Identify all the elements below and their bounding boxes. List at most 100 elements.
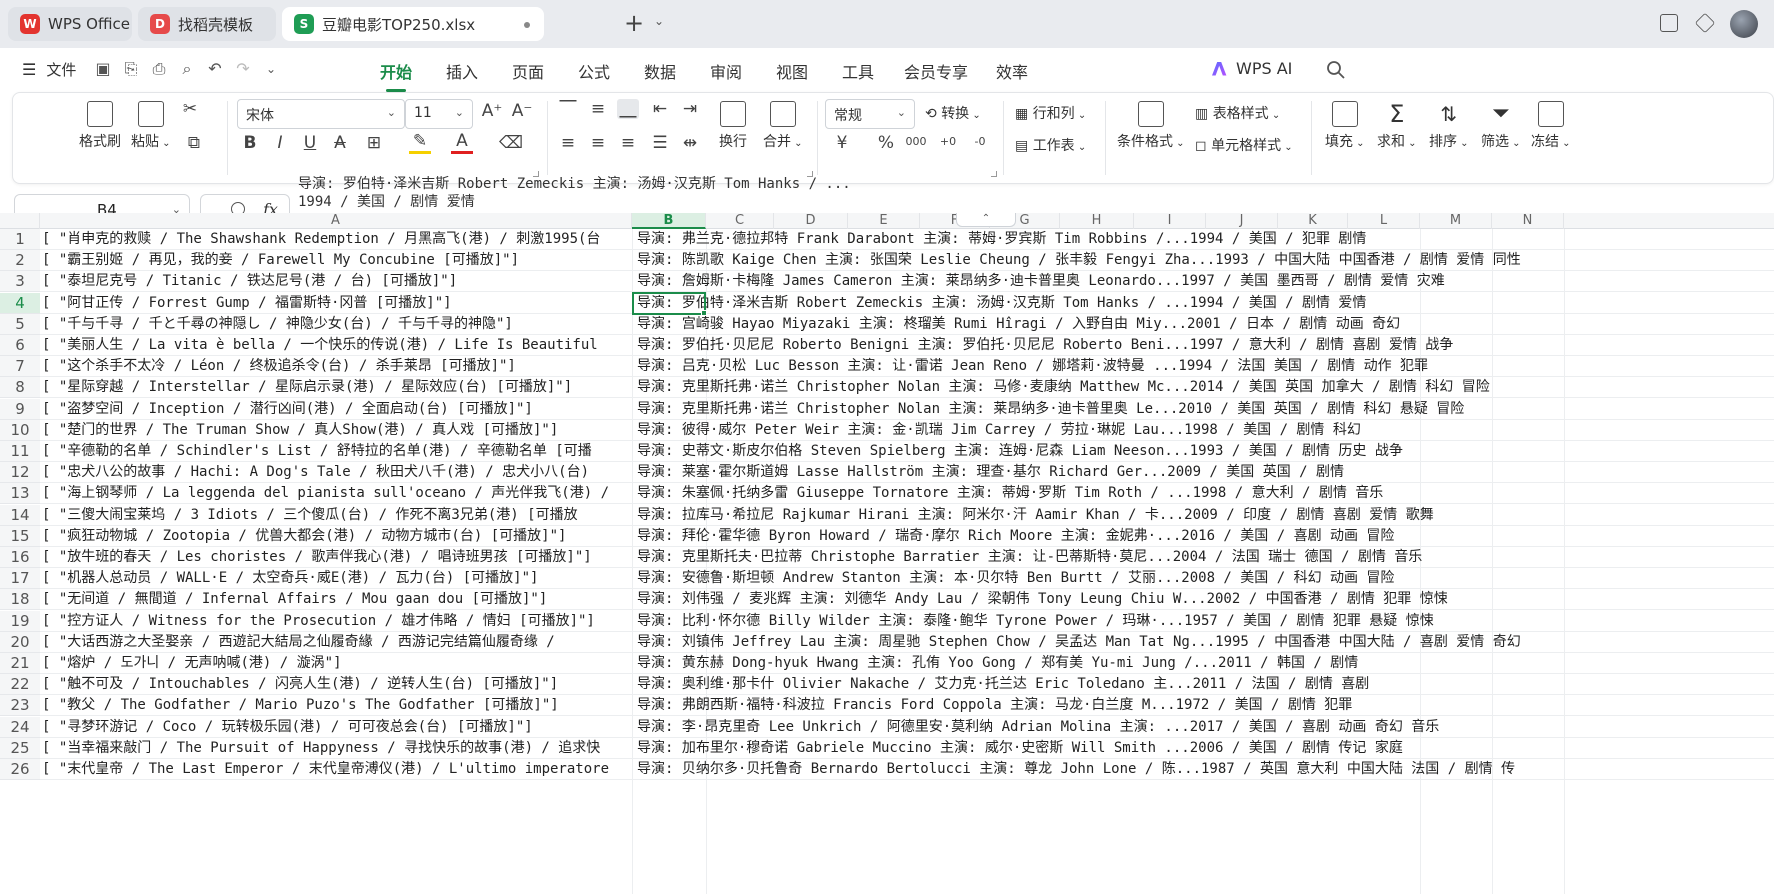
tab-efficiency[interactable]: 效率 — [996, 59, 1028, 83]
cell-info[interactable]: 导演: 史蒂文·斯皮尔伯格 Steven Spielberg 主演: 连姆·尼森… — [637, 441, 1774, 462]
underline-icon[interactable]: U — [299, 133, 321, 153]
cell-title[interactable]: [ "千与千寻 / 千と千尋の神隠し / 神隐少女(台) / 千与千寻的神隐"] — [42, 314, 632, 335]
cell-info[interactable]: 导演: 加布里尔·穆奇诺 Gabriele Muccino 主演: 威尔·史密斯… — [637, 738, 1774, 759]
row-header[interactable]: 20 — [0, 631, 40, 653]
column-header[interactable]: H — [1060, 213, 1134, 229]
tab-view[interactable]: 视图 — [776, 59, 808, 83]
align-right-icon[interactable]: ≡ — [617, 133, 639, 153]
cell-info[interactable]: 导演: 詹姆斯·卡梅隆 James Cameron 主演: 莱昂纳多·迪卡普里奥… — [637, 271, 1774, 292]
cell-title[interactable]: [ "辛德勒的名单 / Schindler's List / 舒特拉的名单(港)… — [42, 441, 632, 462]
row-header[interactable]: 14 — [0, 504, 40, 526]
align-left-icon[interactable]: ≡ — [557, 133, 579, 153]
cell-title[interactable]: [ "星际穿越 / Interstellar / 星际启示录(港) / 星际效应… — [42, 377, 632, 398]
row-header[interactable]: 21 — [0, 653, 40, 674]
collapse-formula-bar-icon[interactable]: ⌃ — [956, 213, 1016, 227]
row-header[interactable]: 24 — [0, 716, 40, 738]
new-tab-plus-icon[interactable]: + — [624, 11, 644, 35]
cell-title[interactable]: [ "寻梦环游记 / Coco / 玩转极乐园(港) / 可可夜总会(台) [可… — [42, 717, 632, 738]
cell-info[interactable]: 导演: 克里斯托夫·巴拉蒂 Christophe Barratier 主演: 让… — [637, 547, 1774, 568]
column-header[interactable]: D — [774, 213, 848, 229]
font-size-select[interactable]: 11 ⌄ — [405, 99, 473, 129]
print-icon[interactable]: ⎙ — [150, 60, 168, 78]
justify-icon[interactable]: ☰ — [649, 133, 671, 153]
column-header[interactable]: B — [632, 213, 706, 229]
tab-home[interactable]: 开始 — [380, 59, 412, 92]
row-header[interactable]: 3 — [0, 271, 40, 293]
cell-title[interactable]: [ "大话西游之大圣娶亲 / 西遊記大結局之仙履奇緣 / 西游记完结篇仙履奇缘 … — [42, 632, 632, 653]
spreadsheet-grid[interactable]: A B C D E F G H I J K L M N ⌃ 1234567891… — [0, 213, 1774, 894]
table-style-button[interactable]: ▥ 表格样式 ⌄ — [1195, 103, 1280, 123]
align-middle-icon[interactable]: ≡ — [587, 99, 609, 119]
cell-info[interactable]: 导演: 拜伦·霍华德 Byron Howard / 瑞奇·摩尔 Rich Moo… — [637, 526, 1774, 547]
row-header[interactable]: 23 — [0, 695, 40, 717]
file-menu[interactable]: ☰ 文件 — [22, 59, 76, 80]
distributed-icon[interactable]: ⇹ — [679, 133, 701, 153]
cell-title[interactable]: [ "触不可及 / Intouchables / 闪亮人生(港) / 逆转人生(… — [42, 674, 632, 695]
column-header[interactable]: J — [1206, 213, 1278, 229]
row-header[interactable]: 7 — [0, 356, 40, 378]
cell-title[interactable]: [ "控方证人 / Witness for the Prosecution / … — [42, 611, 632, 632]
cell-info[interactable]: 导演: 罗伯特·泽米吉斯 Robert Zemeckis 主演: 汤姆·汉克斯 … — [637, 293, 1774, 314]
cell-title[interactable]: [ "霸王别姬 / 再见，我的妾 / Farewell My Concubine… — [42, 250, 632, 271]
column-header[interactable]: C — [706, 213, 774, 229]
cell-title[interactable]: [ "当幸福来敲门 / The Pursuit of Happyness / 寻… — [42, 738, 632, 759]
sum-button[interactable]: Σ 求和 ⌄ — [1377, 101, 1417, 151]
column-header[interactable]: M — [1420, 213, 1492, 229]
cell-title[interactable]: [ "放牛班的春天 / Les choristes / 歌声伴我心(港) / 唱… — [42, 547, 632, 568]
row-header[interactable]: 16 — [0, 547, 40, 568]
row-header[interactable]: 15 — [0, 525, 40, 547]
cell-info[interactable]: 导演: 奥利维·那卡什 Olivier Nakache / 艾力克·托兰达 Er… — [637, 674, 1774, 695]
formula-input[interactable]: 导演: 罗伯特·泽米吉斯 Robert Zemeckis 主演: 汤姆·汉克斯 … — [298, 174, 1768, 214]
tab-list-chevron-icon[interactable]: ⌄ — [654, 14, 664, 28]
freeze-button[interactable]: 冻结 ⌄ — [1531, 101, 1571, 151]
cell-info[interactable]: 导演: 拉库马·希拉尼 Rajkumar Hirani 主演: 阿米尔·汗 Aa… — [637, 505, 1774, 526]
filter-button[interactable]: ⏷ 筛选 ⌄ — [1481, 101, 1521, 151]
row-header[interactable]: 8 — [0, 377, 40, 399]
redo-icon[interactable]: ↷ — [234, 60, 252, 78]
cell-info[interactable]: 导演: 克里斯托弗·诺兰 Christopher Nolan 主演: 莱昂纳多·… — [637, 399, 1774, 420]
row-header[interactable]: 26 — [0, 759, 40, 780]
column-header[interactable]: E — [848, 213, 920, 229]
number-format-select[interactable]: 常规 ⌄ — [825, 99, 915, 129]
font-grow-icon[interactable]: A⁺ — [481, 101, 503, 121]
column-header[interactable]: L — [1348, 213, 1420, 229]
cell-info[interactable]: 导演: 贝纳尔多·贝托鲁奇 Bernardo Bertolucci 主演: 尊龙… — [637, 759, 1774, 780]
cell-title[interactable]: [ "三傻大闹宝莱坞 / 3 Idiots / 三个傻瓜(台) / 作死不离3兄… — [42, 505, 632, 526]
cell-info[interactable]: 导演: 彼得·威尔 Peter Weir 主演: 金·凯瑞 Jim Carrey… — [637, 420, 1774, 441]
cell-info[interactable]: 导演: 罗伯托·贝尼尼 Roberto Benigni 主演: 罗伯托·贝尼尼 … — [637, 335, 1774, 356]
cell-title[interactable]: [ "海上钢琴师 / La leggenda del pianista sull… — [42, 483, 632, 504]
tab-insert[interactable]: 插入 — [446, 59, 478, 83]
indent-increase-icon[interactable]: ⇥ — [679, 99, 701, 119]
font-shrink-icon[interactable]: A⁻ — [511, 101, 533, 121]
cell-info[interactable]: 导演: 吕克·贝松 Luc Besson 主演: 让·雷诺 Jean Reno … — [637, 356, 1774, 377]
cut-icon[interactable]: ✂ — [179, 99, 201, 119]
font-color-icon[interactable]: A — [451, 131, 473, 154]
font-name-select[interactable]: 宋体 ⌄ — [237, 99, 405, 129]
cell-style-button[interactable]: ◻ 单元格样式 ⌄ — [1195, 135, 1293, 155]
cell-title[interactable]: [ "机器人总动员 / WALL·E / 太空奇兵·威E(港) / 瓦力(台) … — [42, 568, 632, 589]
tab-formulas[interactable]: 公式 — [578, 59, 610, 83]
row-header[interactable]: 9 — [0, 398, 40, 420]
cell-title[interactable]: [ "楚门的世界 / The Truman Show / 真人Show(港) /… — [42, 420, 632, 441]
cell-title[interactable]: [ "美丽人生 / La vita è bella / 一个快乐的传说(港) /… — [42, 335, 632, 356]
cell-title[interactable]: [ "肖申克的救赎 / The Shawshank Redemption / 月… — [42, 229, 632, 250]
paste-button[interactable]: 粘贴 ⌄ — [131, 101, 171, 151]
cell-info[interactable]: 导演: 莱塞·霍尔斯道姆 Lasse Hallström 主演: 理查·基尔 R… — [637, 462, 1774, 483]
highlight-color-icon[interactable]: ✎ — [409, 131, 431, 154]
worksheet-button[interactable]: ▤ 工作表 ⌄ — [1015, 135, 1086, 155]
conditional-format-button[interactable]: 条件格式 ⌄ — [1117, 101, 1185, 151]
column-header[interactable]: I — [1134, 213, 1206, 229]
align-bottom-icon[interactable]: ⎽ — [617, 99, 639, 119]
window-restore-icon[interactable] — [1660, 14, 1678, 32]
tab-data[interactable]: 数据 — [644, 59, 676, 83]
cell-title[interactable]: [ "教父 / The Godfather / Mario Puzo's The… — [42, 695, 632, 716]
save-icon[interactable]: ▣ — [94, 60, 112, 78]
column-header[interactable]: N — [1492, 213, 1564, 229]
cell-title[interactable]: [ "忠犬八公的故事 / Hachi: A Dog's Tale / 秋田犬八千… — [42, 462, 632, 483]
tab-page[interactable]: 页面 — [512, 59, 544, 83]
row-header[interactable]: 13 — [0, 483, 40, 505]
cell-info[interactable]: 导演: 朱塞佩·托纳多雷 Giuseppe Tornatore 主演: 蒂姆·罗… — [637, 483, 1774, 504]
cell-title[interactable]: [ "这个杀手不太冷 / Léon / 终极追杀令(台) / 杀手莱昂 [可播放… — [42, 356, 632, 377]
row-header[interactable]: 25 — [0, 737, 40, 759]
thousands-separator-icon[interactable]: 000 — [905, 135, 927, 148]
